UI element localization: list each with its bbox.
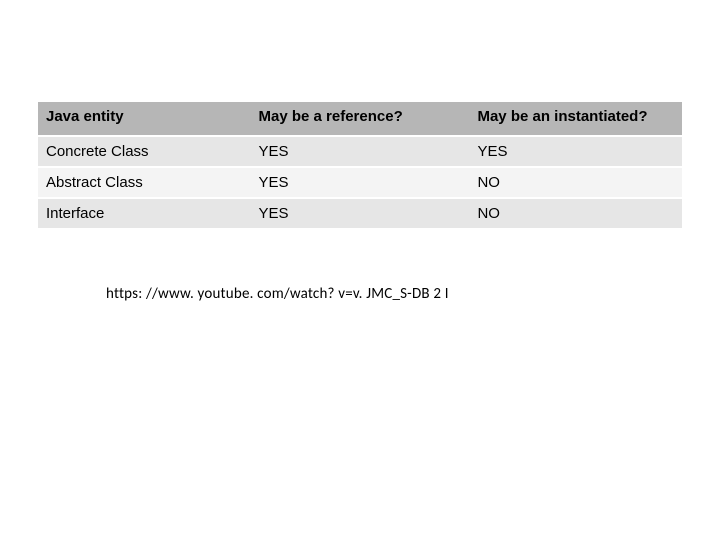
cell-entity: Concrete Class (38, 136, 251, 167)
video-url-text: https: //www. youtube. com/watch? v=v. J… (106, 285, 682, 303)
header-entity: Java entity (38, 101, 251, 136)
cell-instantiated: NO (469, 198, 682, 229)
cell-entity: Interface (38, 198, 251, 229)
cell-reference: YES (251, 167, 470, 198)
cell-reference: YES (251, 136, 470, 167)
table-row: Interface YES NO (38, 198, 682, 229)
cell-reference: YES (251, 198, 470, 229)
slide-content: Java entity May be a reference? May be a… (0, 0, 720, 303)
table-row: Concrete Class YES YES (38, 136, 682, 167)
java-entity-table: Java entity May be a reference? May be a… (38, 100, 682, 230)
cell-instantiated: NO (469, 167, 682, 198)
cell-entity: Abstract Class (38, 167, 251, 198)
header-instantiated: May be an instantiated? (469, 101, 682, 136)
table-row: Abstract Class YES NO (38, 167, 682, 198)
table-header-row: Java entity May be a reference? May be a… (38, 101, 682, 136)
header-reference: May be a reference? (251, 101, 470, 136)
cell-instantiated: YES (469, 136, 682, 167)
